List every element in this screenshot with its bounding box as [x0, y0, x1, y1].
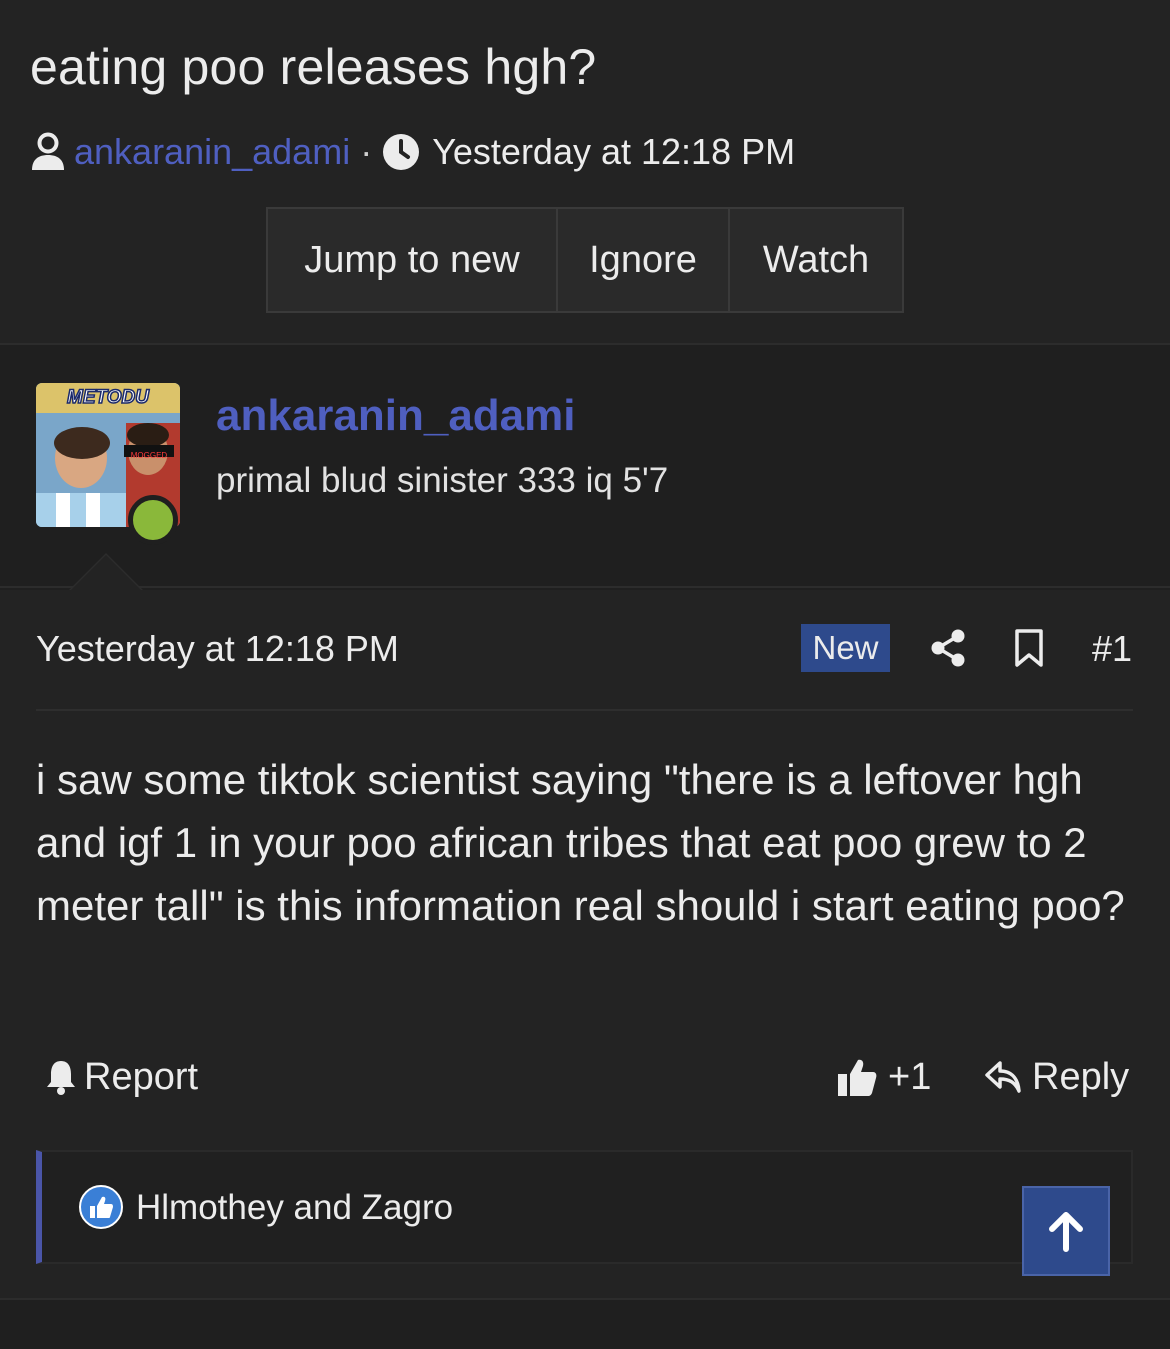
like-label: +1 [888, 1055, 932, 1098]
ignore-button[interactable]: Ignore [556, 209, 728, 311]
watch-button[interactable]: Watch [728, 209, 902, 311]
thread-author-link[interactable]: ankaranin_adami [74, 131, 350, 173]
post-author-name[interactable]: ankaranin_adami [216, 391, 576, 441]
page: eating poo releases hgh? ankaranin_adami… [0, 0, 1170, 1349]
post-body: i saw some tiktok scientist saying "ther… [36, 756, 1125, 929]
post-permalink-number[interactable]: #1 [1092, 628, 1132, 670]
post-user-block: METODU MOGGED ankaranin_adami primal blu… [0, 347, 1170, 591]
reactions-bar: Hlmothey and Zagro [36, 1150, 1133, 1264]
reply-arrow-icon [985, 1061, 1021, 1093]
post-date[interactable]: Yesterday at 12:18 PM [36, 628, 399, 670]
arrow-up-icon [1049, 1212, 1083, 1252]
post: Yesterday at 12:18 PM New #1 i saw some … [0, 590, 1170, 1300]
thread-time[interactable]: Yesterday at 12:18 PM [432, 131, 795, 173]
share-icon[interactable] [930, 628, 966, 668]
message-pointer [70, 555, 142, 591]
thread-meta: ankaranin_adami · Yesterday at 12:18 PM [30, 128, 795, 176]
like-reaction-icon [79, 1185, 123, 1229]
thread-header: eating poo releases hgh? ankaranin_adami… [0, 0, 1170, 345]
report-label: Report [84, 1055, 199, 1098]
post-divider [36, 709, 1133, 711]
reactions-users[interactable]: Hlmothey and Zagro [136, 1188, 453, 1228]
jump-to-new-button[interactable]: Jump to new [268, 209, 556, 311]
thread-title: eating poo releases hgh? [30, 39, 597, 95]
like-button[interactable]: +1 [836, 1052, 931, 1102]
clock-icon [383, 134, 420, 170]
post-author-title: primal blud sinister 333 iq 5'7 [216, 461, 669, 500]
bell-icon [47, 1061, 75, 1095]
avatar-text-top: METODU [67, 387, 150, 408]
user-icon [32, 132, 64, 170]
online-status-indicator [128, 495, 178, 545]
reply-button[interactable]: Reply [984, 1052, 1129, 1102]
meta-separator: · [360, 131, 373, 172]
thumbs-up-icon [838, 1059, 877, 1096]
thread-actions: Jump to new Ignore Watch [266, 207, 904, 313]
report-button[interactable]: Report [44, 1052, 198, 1102]
scroll-to-top-button[interactable] [1022, 1186, 1110, 1276]
new-badge: New [801, 624, 890, 672]
avatar-text-badge: MOGGED [131, 451, 168, 460]
bookmark-icon[interactable] [1013, 628, 1045, 668]
reply-label: Reply [1032, 1055, 1130, 1098]
